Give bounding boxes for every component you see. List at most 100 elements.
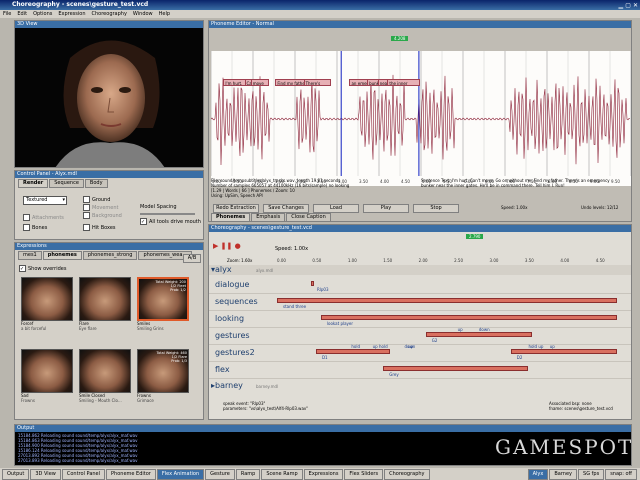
taskbar-tab[interactable]: Gesture bbox=[205, 469, 235, 480]
expression-card[interactable]: Total Weight: 460 1/2 Flare Prob: 1/3 Fro… bbox=[137, 349, 189, 409]
track-event[interactable] bbox=[277, 298, 617, 303]
expression-card[interactable]: Flare Eye flare bbox=[79, 277, 131, 337]
render-mode-value: Textured bbox=[26, 197, 48, 203]
expression-thumbnail[interactable]: Total Weight: 200 1/2 Fleet Prob: 1/2 bbox=[137, 277, 189, 321]
check-movement[interactable]: Movement bbox=[83, 204, 122, 212]
taskbar-tab[interactable]: Scene Ramp bbox=[261, 469, 303, 480]
tab-render[interactable]: Render bbox=[18, 179, 49, 188]
expression-desc: Smiling Grins bbox=[137, 326, 164, 331]
checkbox[interactable] bbox=[83, 204, 90, 211]
track-event[interactable] bbox=[315, 349, 391, 354]
phoneme-mode-2[interactable]: Close Caption bbox=[286, 213, 331, 221]
expression-card[interactable]: Smile Closed Smiling - Mouth Clo... bbox=[79, 349, 131, 409]
expression-card[interactable]: Total Weight: 200 1/2 Fleet Prob: 1/2 Smi… bbox=[137, 277, 189, 337]
track-list: dialogue Rlp03 sequences stand three looking… bbox=[209, 277, 631, 387]
window-title: Choreography - scenes\gesture_test.vcd bbox=[12, 1, 149, 8]
expression-thumbnail[interactable] bbox=[79, 349, 131, 393]
track-row[interactable]: gestures2 D1 D2 bbox=[209, 345, 631, 362]
phoneme-btn-redo-extraction[interactable]: Redo Extraction bbox=[213, 204, 259, 213]
taskbar-tab[interactable]: Ramp bbox=[235, 469, 261, 480]
phoneme-btn-play[interactable]: Play bbox=[363, 204, 409, 213]
show-overrides-check[interactable]: ✓ Show overrides bbox=[19, 265, 66, 272]
all-tools-check[interactable]: ✓ All tools drive mouth bbox=[140, 218, 201, 225]
taskbar-tab[interactable]: 3D View bbox=[30, 469, 61, 480]
track-event[interactable] bbox=[320, 315, 617, 320]
event-tag: hold up bbox=[528, 344, 544, 349]
expression-card[interactable]: Forcef a bit forceful bbox=[21, 277, 73, 337]
menu-item-help[interactable]: Help bbox=[159, 11, 170, 17]
actor-name-barney: ▸barney bbox=[211, 381, 243, 390]
taskbar-tab[interactable]: Flex Animation bbox=[156, 469, 205, 480]
event-label: D2 bbox=[516, 355, 523, 360]
taskbar-tab[interactable]: Flex Sliders bbox=[344, 469, 384, 480]
track-row[interactable]: sequences stand three bbox=[209, 294, 631, 311]
taskbar-tab[interactable]: Choreography bbox=[384, 469, 430, 480]
track-row[interactable]: dialogue Rlp03 bbox=[209, 277, 631, 294]
choreo-tick: 4.00 bbox=[560, 258, 570, 263]
event-tag: down bbox=[478, 327, 490, 332]
expression-thumbnail[interactable] bbox=[21, 277, 73, 321]
taskbar-tab[interactable]: Control Panel bbox=[61, 469, 106, 480]
phoneme-mode-1[interactable]: Emphasis bbox=[251, 213, 286, 221]
menu-item-options[interactable]: Options bbox=[33, 11, 52, 17]
taskbar-tab[interactable]: Expressions bbox=[303, 469, 344, 480]
track-event[interactable] bbox=[510, 349, 617, 354]
waveform-view[interactable]: 0.00 0.50 1.00 1.50 2.00 2.50 3.00 3.50 4.00 4.50… bbox=[211, 51, 631, 186]
ab-button[interactable]: A/B bbox=[183, 254, 201, 263]
phoneme-btn-load[interactable]: Load bbox=[313, 204, 359, 213]
hitboxes-check[interactable]: Hit Boxes bbox=[83, 224, 116, 231]
actor-row-barney[interactable]: ▸barney barney.mdl bbox=[209, 381, 631, 391]
checkbox[interactable] bbox=[83, 212, 90, 219]
checkbox[interactable] bbox=[83, 196, 90, 203]
menu-item-edit[interactable]: Edit bbox=[17, 11, 27, 17]
tab-sequence[interactable]: Sequence bbox=[49, 179, 84, 188]
check-ground[interactable]: Ground bbox=[83, 196, 122, 204]
menu-item-window[interactable]: Window bbox=[133, 11, 153, 17]
taskbar-right-item[interactable]: Barney bbox=[549, 469, 578, 480]
gamespot-watermark: GAMESPOT bbox=[495, 435, 632, 459]
expr-tab-2[interactable]: phonemes_strong bbox=[82, 251, 138, 260]
phoneme-word[interactable]: There's bbox=[303, 79, 331, 86]
menu-item-expression[interactable]: Expression bbox=[58, 11, 85, 17]
expr-tab-0[interactable]: mes1 bbox=[18, 251, 42, 260]
model-spacing-slider[interactable] bbox=[140, 213, 195, 215]
output-title: Output bbox=[15, 425, 631, 432]
expression-thumbnail[interactable] bbox=[79, 277, 131, 321]
bones-check[interactable]: Bones bbox=[23, 224, 47, 231]
track-row[interactable]: looking lookat player bbox=[209, 311, 631, 328]
expression-desc: Grimace bbox=[137, 398, 154, 403]
choreo-tick: 3.50 bbox=[524, 258, 534, 263]
tab-body[interactable]: Body bbox=[84, 179, 108, 188]
track-event[interactable] bbox=[383, 366, 529, 371]
expression-thumbnail[interactable]: Total Weight: 460 1/2 Flare Prob: 1/3 bbox=[137, 349, 189, 393]
render-mode-select[interactable]: Textured ▾ bbox=[23, 196, 67, 205]
track-row[interactable]: gestures G2 bbox=[209, 328, 631, 345]
attachments-check[interactable]: Attachments bbox=[23, 214, 64, 222]
expressions-panel: Expressions mes1 phonemes phonemes_strong p… bbox=[14, 242, 204, 420]
phoneme-word[interactable]: the inner bbox=[387, 79, 421, 86]
actor-row-alyx[interactable]: ▾alyx alyx.mdl bbox=[209, 265, 631, 275]
taskbar-right-item[interactable]: snap: off bbox=[605, 469, 637, 480]
expression-thumbnail[interactable] bbox=[21, 349, 73, 393]
check-background[interactable]: Background bbox=[83, 212, 122, 220]
menu-item-choreography[interactable]: Choreography bbox=[92, 11, 127, 17]
track-row[interactable]: flex Grey bbox=[209, 362, 631, 379]
alyx-face-render[interactable] bbox=[15, 28, 204, 168]
choreo-zoom: Zoom: 1.60x bbox=[227, 258, 253, 263]
phoneme-mode-0[interactable]: Phonemes bbox=[211, 213, 251, 221]
taskbar-tab[interactable]: Output bbox=[2, 469, 30, 480]
track-event[interactable] bbox=[311, 281, 314, 286]
play-controls[interactable]: ▶ ❚❚ ● bbox=[213, 242, 241, 250]
taskbar-right-item[interactable]: Alyx bbox=[527, 469, 549, 480]
expression-card[interactable]: Sad Frowns bbox=[21, 349, 73, 409]
phoneme-btn-stop[interactable]: Stop bbox=[413, 204, 459, 213]
track-name: looking bbox=[215, 314, 245, 323]
phoneme-btn-save-changes[interactable]: Save Changes bbox=[263, 204, 309, 213]
track-event[interactable] bbox=[425, 332, 532, 337]
taskbar-right-item[interactable]: SG fps bbox=[578, 469, 605, 480]
expr-tab-1[interactable]: phonemes bbox=[42, 251, 82, 260]
menu-item-file[interactable]: File bbox=[3, 11, 11, 17]
taskbar-tab[interactable]: Phoneme Editor bbox=[106, 469, 156, 480]
choreography-panel: Choreography - scenes\gesture_test.vcd 2… bbox=[208, 224, 632, 420]
phoneme-word[interactable]: move bbox=[250, 79, 269, 86]
